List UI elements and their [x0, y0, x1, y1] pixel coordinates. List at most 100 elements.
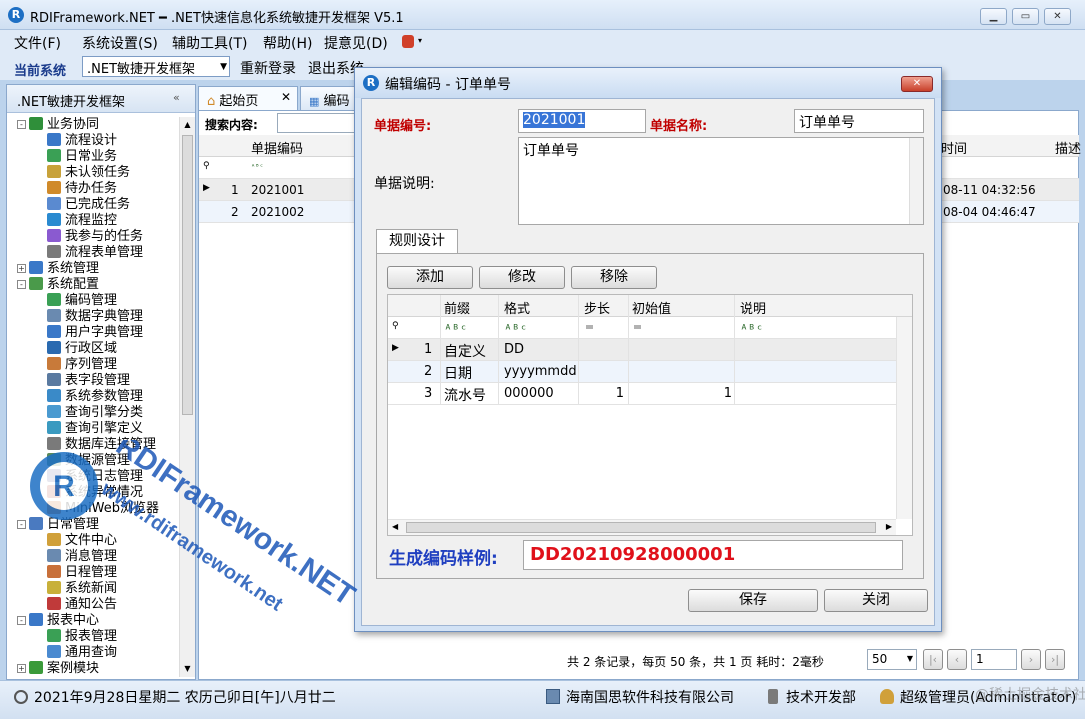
scroll-right-icon[interactable]: ▶ [886, 522, 892, 531]
prev-page-button[interactable]: ‹ [947, 649, 967, 670]
collapse-icon[interactable]: - [17, 616, 26, 625]
collapse-icon[interactable]: - [17, 280, 26, 289]
column-header-step[interactable]: 步长 [584, 298, 610, 317]
column-header-note[interactable]: 说明 [740, 298, 766, 317]
tree-item[interactable]: 已完成任务 [47, 197, 130, 213]
tab-code-manage[interactable]: ▦ 编码 [300, 86, 360, 110]
dialog-close-icon[interactable]: ✕ [901, 76, 933, 92]
collapse-icon[interactable]: - [17, 520, 26, 529]
close-button[interactable]: 关闭 [824, 589, 928, 612]
scroll-down-icon[interactable]: ▼ [180, 661, 195, 677]
tree-item[interactable]: 待办任务 [47, 181, 117, 197]
expand-icon[interactable]: + [17, 664, 26, 673]
navigation-title: .NET敏捷开发框架 [17, 95, 126, 110]
table-row[interactable]: 3 流水号 000000 1 1 [388, 383, 896, 405]
tree-item[interactable]: 系统日志管理 [47, 469, 143, 485]
skin-icon[interactable] [402, 35, 414, 48]
column-header-time[interactable]: 时间 [941, 138, 967, 157]
menu-help[interactable]: 帮助(H) [263, 33, 312, 53]
column-header-init[interactable]: 初始值 [632, 298, 671, 317]
add-rule-button[interactable]: 添加 [387, 266, 473, 289]
rule-grid-hscroll[interactable]: ◀ ▶ [388, 519, 896, 535]
tree-item[interactable]: 序列管理 [47, 357, 117, 373]
tree-item[interactable]: + 案例模块 [17, 661, 99, 677]
desc-textarea[interactable]: 订单单号 [518, 137, 924, 225]
name-input[interactable]: 订单单号 [794, 109, 924, 133]
page-size-select[interactable]: 50 ▼ [867, 649, 917, 670]
tree-item[interactable]: 通知公告 [47, 597, 117, 613]
tree-item[interactable]: 系统新闻 [47, 581, 117, 597]
tree-item[interactable]: 我参与的任务 [47, 229, 143, 245]
tree-item[interactable]: 编码管理 [47, 293, 117, 309]
tree-item[interactable]: - 系统配置 [17, 277, 99, 293]
skin-dropdown-icon[interactable]: ▾ [418, 36, 422, 45]
collapse-icon[interactable]: - [17, 120, 26, 129]
desc-scrollbar[interactable] [909, 138, 923, 224]
tree-item[interactable]: 报表管理 [47, 629, 117, 645]
maximize-button[interactable]: ▭ [1012, 8, 1039, 25]
next-page-button[interactable]: › [1021, 649, 1041, 670]
app-logo-icon: R [8, 7, 24, 23]
tree-item[interactable]: 日常业务 [47, 149, 117, 165]
tree-item[interactable]: 系统参数管理 [47, 389, 143, 405]
column-header-desc[interactable]: 描述 [1055, 138, 1081, 157]
tree-item[interactable]: 数据字典管理 [47, 309, 143, 325]
current-system-select[interactable]: .NET敏捷开发框架 ▼ [82, 56, 230, 77]
tree-item[interactable]: - 日常管理 [17, 517, 99, 533]
tree-item[interactable]: 文件中心 [47, 533, 117, 549]
collapse-panel-icon[interactable]: « [173, 91, 180, 104]
edit-code-dialog: R 编辑编码 - 订单单号 ✕ 单据编号: 2021001 单据名称: 订单单号… [354, 67, 942, 632]
save-button[interactable]: 保存 [688, 589, 818, 612]
tree-item[interactable]: 流程设计 [47, 133, 117, 149]
tree-item[interactable]: MiniWeb浏览器 [47, 501, 159, 517]
page-number-input[interactable]: 1 [971, 649, 1017, 670]
tree-item[interactable]: 消息管理 [47, 549, 117, 565]
remove-rule-button[interactable]: 移除 [571, 266, 657, 289]
tree-item[interactable]: - 报表中心 [17, 613, 99, 629]
scroll-left-icon[interactable]: ◀ [392, 522, 398, 531]
tab-home[interactable]: ⌂ 起始页 ✕ [198, 86, 298, 110]
tree-item[interactable]: 数据源管理 [47, 453, 130, 469]
code-input[interactable]: 2021001 [518, 109, 646, 133]
tree-item[interactable]: 查询引擎分类 [47, 405, 143, 421]
tree-item[interactable]: 流程监控 [47, 213, 117, 229]
menu-feedback[interactable]: 提意见(D) [324, 33, 388, 53]
expand-icon[interactable]: + [17, 264, 26, 273]
minimize-button[interactable]: ▁ [980, 8, 1007, 25]
relogin-button[interactable]: 重新登录 [240, 58, 296, 78]
menu-system-settings[interactable]: 系统设置(S) [82, 33, 158, 53]
done-task-icon [47, 197, 61, 210]
column-header-code[interactable]: 单据编码 [251, 138, 303, 157]
table-row[interactable]: 2 日期 yyyymmdd [388, 361, 896, 383]
edit-rule-button[interactable]: 修改 [479, 266, 565, 289]
menu-tools[interactable]: 辅助工具(T) [172, 33, 247, 53]
tree-scrollbar[interactable]: ▲ ▼ [179, 117, 195, 677]
tree-item[interactable]: 表字段管理 [47, 373, 130, 389]
tree-item[interactable]: + 系统管理 [17, 261, 99, 277]
scrollbar-thumb[interactable] [182, 135, 193, 415]
tree-item[interactable]: - 业务协同 [17, 117, 99, 133]
first-page-button[interactable]: |‹ [923, 649, 943, 670]
scrollbar-thumb[interactable] [406, 522, 876, 533]
tree-item[interactable]: 日程管理 [47, 565, 117, 581]
column-header-format[interactable]: 格式 [504, 298, 530, 317]
tree-item[interactable]: 未认领任务 [47, 165, 130, 181]
tree-item[interactable]: 用户字典管理 [47, 325, 143, 341]
rule-filter-row[interactable]: ⚲ ᴬᴮᶜ ᴬᴮᶜ ═ ═ ᴬᴮᶜ [388, 317, 912, 339]
tree-item[interactable]: 查询引擎定义 [47, 421, 143, 437]
scroll-up-icon[interactable]: ▲ [180, 117, 195, 133]
rule-grid-vscroll[interactable] [896, 317, 912, 519]
tree-item[interactable]: 流程表单管理 [47, 245, 143, 261]
tree-item[interactable]: 行政区域 [47, 341, 117, 357]
column-header-prefix[interactable]: 前缀 [444, 298, 470, 317]
tree-item[interactable]: 通用查询 [47, 645, 117, 661]
close-window-button[interactable]: ✕ [1044, 8, 1071, 25]
tree-item[interactable]: 数据库连接管理 [47, 437, 156, 453]
last-page-button[interactable]: ›| [1045, 649, 1065, 670]
menu-file[interactable]: 文件(F) [14, 33, 61, 53]
tab-rule-design[interactable]: 规则设计 [376, 229, 458, 254]
tree-item[interactable]: 系统异常情况 [47, 485, 143, 501]
table-row[interactable]: ▶ 1 自定义 DD [388, 339, 896, 361]
close-tab-icon[interactable]: ✕ [281, 90, 291, 104]
file-center-icon [47, 533, 61, 546]
